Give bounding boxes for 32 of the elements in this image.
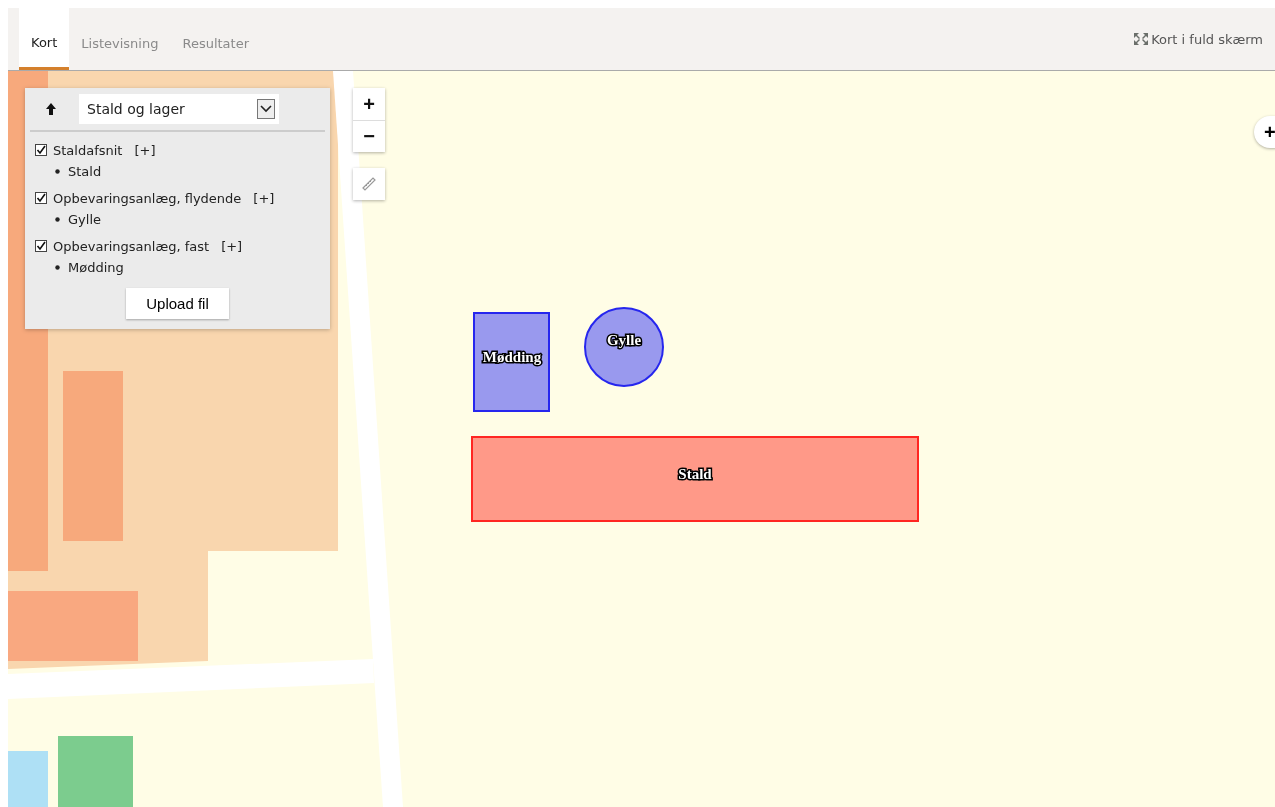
upload-button[interactable]: Upload fil — [126, 288, 229, 319]
layer-label: Staldafsnit — [53, 142, 123, 158]
layer-label: Opbevaringsanlæg, flydende — [53, 190, 242, 206]
map-label: Stald — [678, 466, 712, 482]
bullet-icon — [55, 216, 60, 222]
map-area[interactable] — [584, 307, 664, 387]
bullet-icon — [55, 168, 60, 174]
layer-label: Opbevaringsanlæg, fast — [53, 238, 210, 254]
zoom-in-button[interactable]: + — [353, 88, 385, 120]
tab[interactable]: Kort — [19, 8, 70, 70]
checkbox[interactable] — [35, 144, 47, 156]
water-area — [8, 751, 48, 807]
expand-icon — [1133, 32, 1150, 46]
map-area[interactable] — [473, 312, 550, 412]
up-arrow-icon[interactable] — [45, 102, 57, 116]
measure-button[interactable] — [353, 168, 385, 200]
layer-item: Mødding — [68, 259, 124, 275]
layer-item: Stald — [68, 163, 102, 179]
expand-link[interactable]: [+] — [134, 142, 156, 158]
bullet-icon — [55, 264, 60, 270]
map-label: Mødding — [482, 349, 542, 365]
fullscreen-link[interactable]: Kort i fuld skærm — [1133, 8, 1275, 70]
expand-link[interactable]: [+] — [253, 190, 275, 206]
map-label: Gylle — [606, 332, 642, 348]
expand-link[interactable]: [+] — [221, 238, 243, 254]
layer-dropdown[interactable]: Stald og lager — [79, 94, 279, 124]
zoom-out-button[interactable]: − — [353, 120, 385, 152]
layer-item: Gylle — [68, 211, 101, 227]
ruler-icon — [361, 176, 377, 192]
checkbox[interactable] — [35, 240, 47, 252]
chevron-down-icon — [257, 99, 275, 119]
checkbox[interactable] — [35, 192, 47, 204]
